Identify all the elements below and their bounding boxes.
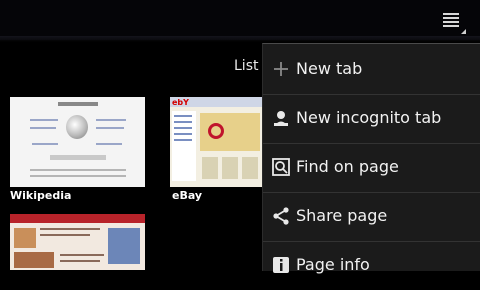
menu-item-page-info[interactable]: Page info bbox=[263, 242, 480, 290]
thumbnail-text-line bbox=[96, 143, 122, 145]
thumbnail-product bbox=[222, 157, 238, 179]
thumbnail-text-line bbox=[96, 119, 126, 121]
thumbnail-image-block bbox=[108, 228, 140, 264]
ebay-logo: ebY bbox=[172, 98, 189, 107]
menu-item-label: New tab bbox=[296, 59, 363, 78]
thumbnail-text-line bbox=[40, 228, 100, 230]
info-icon bbox=[273, 257, 289, 273]
menu-item-label: Page info bbox=[296, 255, 370, 274]
thumbnail-ebay-ring-graphic bbox=[208, 123, 224, 139]
menu-item-label: Find on page bbox=[296, 157, 399, 176]
menu-item-label: Share page bbox=[296, 206, 388, 225]
incognito-icon bbox=[274, 111, 288, 126]
thumbnail-wikipedia-header bbox=[58, 102, 98, 106]
thumbnail-image-block bbox=[14, 228, 36, 248]
list-view-toggle[interactable]: List bbox=[234, 58, 258, 74]
thumbnail-search-box bbox=[50, 155, 106, 160]
thumbnail-title: eBay bbox=[172, 189, 203, 202]
thumbnail-third-header bbox=[10, 214, 145, 223]
menu-item-new-incognito-tab[interactable]: New incognito tab bbox=[263, 95, 480, 143]
menu-item-find-on-page[interactable]: Find on page bbox=[263, 144, 480, 192]
thumbnail-text-line bbox=[30, 169, 126, 171]
menu-item-label: New incognito tab bbox=[296, 108, 442, 127]
thumbnail-image-block bbox=[14, 252, 54, 268]
thumbnail-text-line bbox=[32, 143, 58, 145]
thumbnail-text-line bbox=[174, 133, 192, 135]
thumbnail-product bbox=[202, 157, 218, 179]
thumbnail-text-line bbox=[30, 127, 56, 129]
find-icon bbox=[272, 158, 290, 176]
plus-icon bbox=[274, 62, 288, 76]
overflow-menu: New tab New incognito tab Find on page S… bbox=[262, 43, 480, 274]
thumbnail-product bbox=[242, 157, 258, 179]
menu-item-share-page[interactable]: Share page bbox=[263, 193, 480, 241]
thumbnail-text-line bbox=[174, 139, 192, 141]
top-bar bbox=[0, 0, 480, 40]
overflow-corner-indicator bbox=[461, 29, 466, 34]
thumbnail-text-line bbox=[30, 119, 58, 121]
menu-item-new-tab[interactable]: New tab bbox=[263, 46, 480, 94]
thumbnail-text-line bbox=[96, 127, 124, 129]
overflow-menu-icon[interactable] bbox=[443, 13, 459, 29]
thumbnail-ebay[interactable]: ebY bbox=[170, 97, 262, 187]
thumbnail-text-line bbox=[60, 254, 104, 256]
thumbnail-text-line bbox=[30, 175, 126, 177]
thumbnail-title: Wikipedia bbox=[10, 189, 72, 202]
thumbnail-text-line bbox=[174, 121, 192, 123]
thumbnail-text-line bbox=[40, 234, 90, 236]
thumbnail-text-line bbox=[174, 115, 192, 117]
thumbnail-text-line bbox=[60, 260, 100, 262]
share-icon bbox=[273, 207, 289, 225]
thumbnail-third[interactable] bbox=[10, 214, 145, 270]
thumbnail-wikipedia[interactable] bbox=[10, 97, 145, 187]
wikipedia-globe-logo bbox=[66, 115, 88, 139]
thumbnail-text-line bbox=[174, 127, 192, 129]
top-bar-shadow bbox=[0, 36, 480, 42]
